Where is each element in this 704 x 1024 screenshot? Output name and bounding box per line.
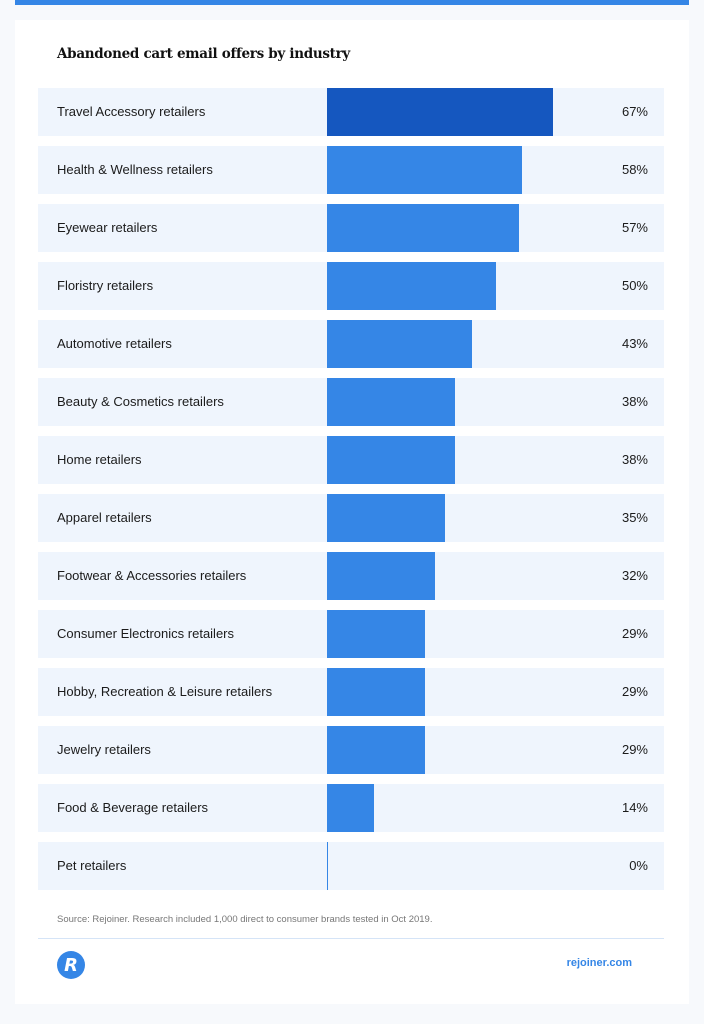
category-label: Floristry retailers <box>57 278 154 293</box>
bar-row: Travel Accessory retailers 67% <box>38 88 664 136</box>
value-label: 35% <box>621 510 648 525</box>
bar <box>327 204 520 252</box>
source-note: Source: Rejoiner. Research included 1,00… <box>57 914 433 925</box>
bar-row: Floristry retailers 50% <box>38 262 664 310</box>
value-label: 38% <box>621 394 648 409</box>
bar-row: Consumer Electronics retailers 29% <box>38 610 664 658</box>
category-label: Eyewear retailers <box>57 220 158 235</box>
bar-row: Eyewear retailers 57% <box>38 204 664 252</box>
bar <box>327 320 472 368</box>
category-label: Consumer Electronics retailers <box>57 626 235 641</box>
category-label: Automotive retailers <box>57 336 172 351</box>
top-accent-bar <box>15 0 689 5</box>
bar <box>327 842 328 890</box>
bar <box>327 784 375 832</box>
bar <box>327 610 425 658</box>
bar-row: Footwear & Accessories retailers 32% <box>38 552 664 600</box>
value-label: 50% <box>621 278 648 293</box>
category-label: Pet retailers <box>57 858 127 873</box>
bar-row: Automotive retailers 43% <box>38 320 664 368</box>
chart-title: Abandoned cart email offers by industry <box>57 46 350 62</box>
bar <box>327 262 496 310</box>
bar <box>327 88 553 136</box>
site-link[interactable]: rejoiner.com <box>567 957 632 969</box>
value-label: 57% <box>621 220 648 235</box>
value-label: 29% <box>621 742 648 757</box>
bar <box>327 436 456 484</box>
chart-card: Abandoned cart email offers by industry … <box>15 20 689 1004</box>
bar <box>327 726 425 774</box>
value-label: 67% <box>621 104 648 119</box>
bar <box>327 552 435 600</box>
bar-row: Apparel retailers 35% <box>38 494 664 542</box>
category-label: Health & Wellness retailers <box>57 162 213 177</box>
bar-row: Home retailers 38% <box>38 436 664 484</box>
bar <box>327 378 456 426</box>
value-label: 43% <box>621 336 648 351</box>
value-label: 32% <box>621 568 648 583</box>
bar <box>327 146 523 194</box>
category-label: Jewelry retailers <box>57 742 151 757</box>
value-label: 29% <box>621 626 648 641</box>
category-label: Apparel retailers <box>57 510 152 525</box>
bar <box>327 668 425 716</box>
footer-divider <box>38 938 664 939</box>
value-label: 0% <box>629 858 648 873</box>
category-label: Hobby, Recreation & Leisure retailers <box>57 684 273 699</box>
bar-row: Pet retailers 0% <box>38 842 664 890</box>
rejoiner-logo-icon: R <box>57 951 85 979</box>
value-label: 58% <box>621 162 648 177</box>
bar-row: Hobby, Recreation & Leisure retailers 29% <box>38 668 664 716</box>
bar <box>327 494 445 542</box>
bar-row: Food & Beverage retailers 14% <box>38 784 664 832</box>
value-label: 14% <box>621 800 648 815</box>
bar-row: Jewelry retailers 29% <box>38 726 664 774</box>
category-label: Home retailers <box>57 452 142 467</box>
value-label: 38% <box>621 452 648 467</box>
bar-row: Beauty & Cosmetics retailers 38% <box>38 378 664 426</box>
value-label: 29% <box>621 684 648 699</box>
category-label: Footwear & Accessories retailers <box>57 568 247 583</box>
category-label: Travel Accessory retailers <box>57 104 206 119</box>
bar-row: Health & Wellness retailers 58% <box>38 146 664 194</box>
category-label: Food & Beverage retailers <box>57 800 209 815</box>
category-label: Beauty & Cosmetics retailers <box>57 394 224 409</box>
